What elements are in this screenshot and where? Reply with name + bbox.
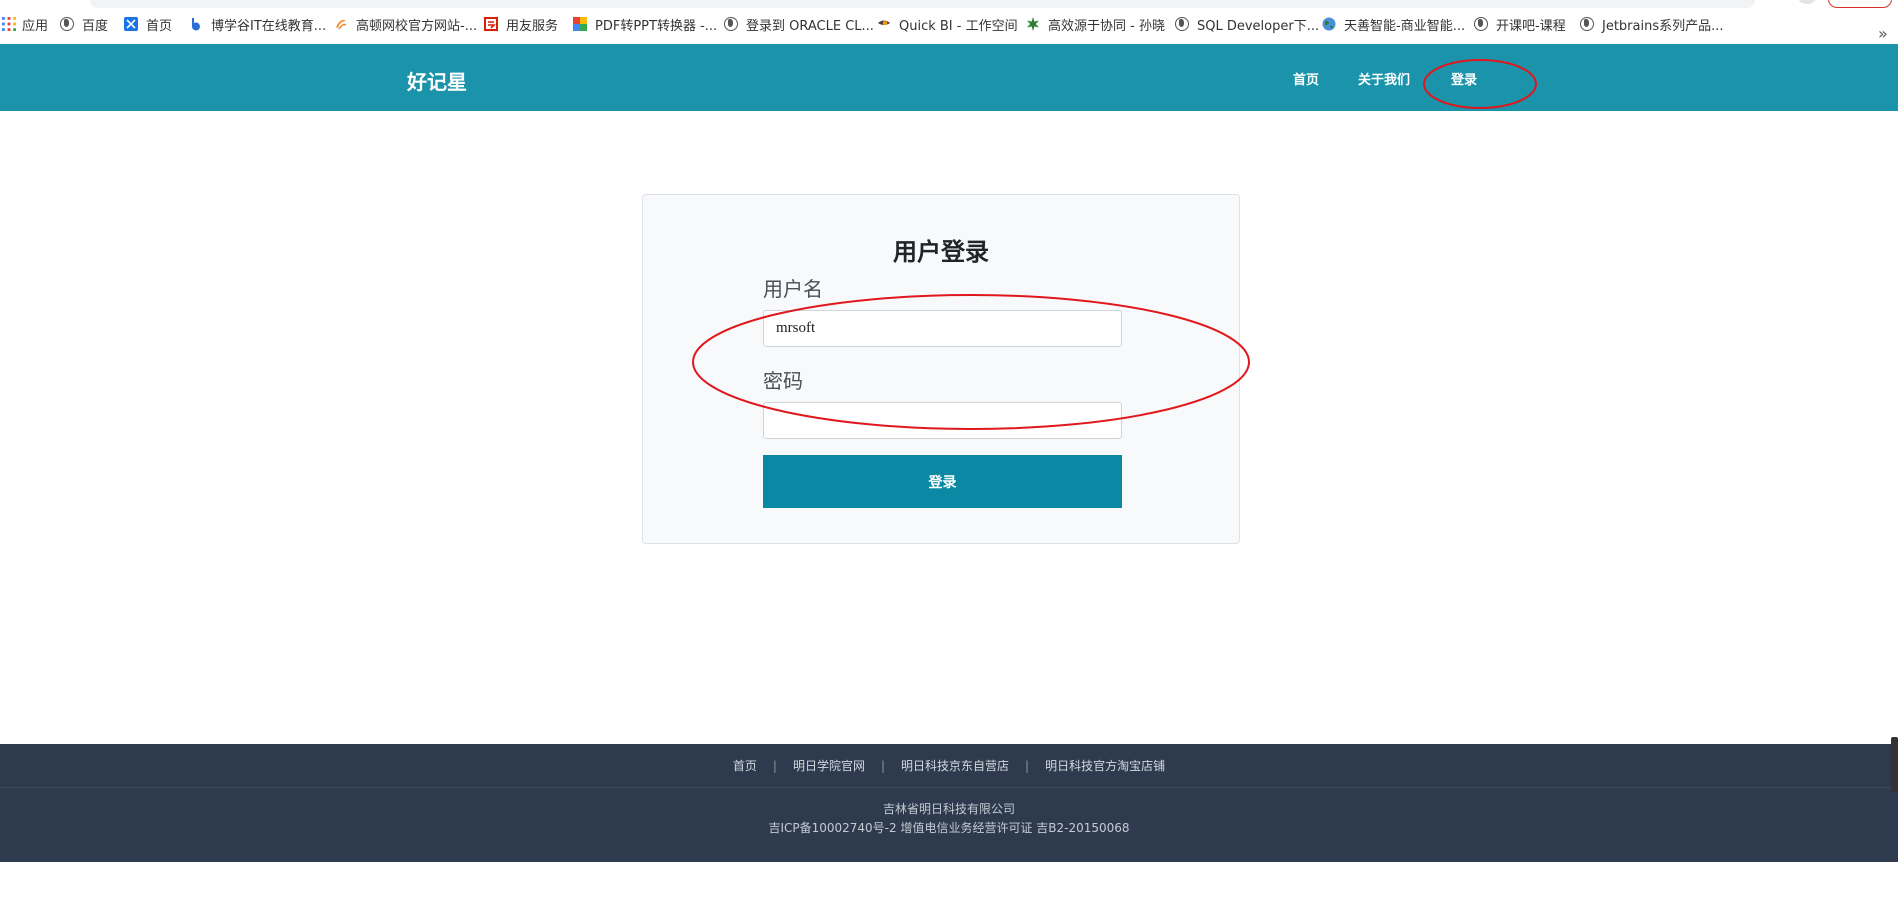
bookmark-home[interactable]: 首页 — [124, 14, 172, 34]
footer-links: 首页 | 明日学院官网 | 明日科技京东自营店 | 明日科技官方淘宝店铺 — [0, 744, 1898, 788]
scrollbar-thumb[interactable] — [1891, 737, 1898, 792]
footer-separator: | — [772, 758, 777, 773]
bookmark-label: 高顿网校官方网站-... — [356, 18, 478, 34]
globe-icon — [1175, 17, 1189, 31]
star-gear-icon — [1027, 17, 1039, 31]
globe-icon — [60, 17, 74, 31]
login-panel: 用户登录 用户名 mrsoft 密码 登录 — [642, 194, 1240, 544]
bookmark-label: 首页 — [146, 18, 173, 34]
footer-link-jd-store[interactable]: 明日科技京东自营店 — [901, 757, 1009, 774]
bookmark-boxuegu[interactable]: 博学谷IT在线教育... — [189, 14, 326, 34]
bookmark-kaikeba[interactable]: 开课吧-课程 — [1474, 14, 1566, 34]
icp-license: 吉ICP备10002740号-2 增值电信业务经营许可证 吉B2-2015006… — [768, 821, 1130, 835]
bookmark-label: 登录到 ORACLE CL... — [746, 18, 874, 34]
nav-home[interactable]: 首页 — [1293, 69, 1319, 88]
username-label: 用户名 — [763, 277, 823, 301]
login-title: 用户登录 — [893, 238, 989, 266]
bookmark-label: 用友服务 — [506, 18, 559, 34]
bookmark-sqldeveloper[interactable]: SQL Developer下... — [1175, 14, 1319, 34]
footer-separator: | — [1025, 758, 1030, 773]
bookmark-label: 百度 — [82, 18, 109, 34]
globe-icon — [1474, 17, 1488, 31]
bookmark-gaodun[interactable]: 高顿网校官方网站-... — [334, 14, 477, 34]
bookmarks-bar: 应用 百度 首页 博学谷IT在线教育... 高顿网校官方网站-... 用友服务 … — [0, 10, 1898, 43]
more-bookmarks-button[interactable]: » — [1878, 24, 1888, 43]
nav-login[interactable]: 登录 — [1451, 69, 1477, 88]
bookmark-label: 应用 — [22, 18, 49, 34]
globe-icon — [1580, 17, 1594, 31]
bookmark-jetbrains[interactable]: Jetbrains系列产品... — [1580, 14, 1724, 34]
footer-separator: | — [880, 758, 886, 773]
bookmark-label: SQL Developer下... — [1197, 18, 1320, 34]
bookmark-label: 博学谷IT在线教育... — [211, 18, 327, 34]
password-label: 密码 — [763, 369, 803, 393]
quickbi-logo-icon — [878, 20, 890, 26]
company-name: 吉林省明日科技有限公司 — [882, 802, 1015, 816]
nav-about[interactable]: 关于我们 — [1358, 69, 1410, 88]
bookmark-label: 天善智能-商业智能... — [1344, 18, 1466, 34]
bookmark-label: 高效源于协同 - 孙晓 — [1048, 18, 1165, 34]
brand-logo[interactable]: 好记星 — [407, 66, 467, 95]
profile-avatar[interactable] — [1798, 0, 1816, 4]
bookmark-label: PDF转PPT转换器 -... — [595, 18, 718, 34]
globe-icon — [724, 17, 738, 31]
bookmark-pdf2ppt[interactable]: PDF转PPT转换器 -... — [573, 14, 717, 34]
site-footer: 首页 | 明日学院官网 | 明日科技京东自营店 | 明日科技官方淘宝店铺 吉林省… — [0, 744, 1898, 862]
address-bar[interactable] — [90, 0, 1755, 8]
bookmark-label: 开课吧-课程 — [1496, 18, 1566, 34]
bookmark-xietong[interactable]: 高效源于协同 - 孙晓 — [1026, 14, 1165, 34]
pdf-tool-icon — [573, 17, 587, 31]
gaodun-logo-icon — [336, 19, 347, 30]
bookmark-label: Quick BI - 工作空间 — [899, 18, 1018, 34]
bookmark-label: Jetbrains系列产品... — [1602, 18, 1724, 34]
footer-link-academy[interactable]: 明日学院官网 — [793, 757, 865, 774]
yonyou-logo-icon — [484, 17, 498, 31]
password-input[interactable] — [763, 402, 1122, 439]
footer-link-home[interactable]: 首页 — [733, 757, 757, 774]
earth-icon — [1322, 17, 1336, 31]
login-submit-button[interactable]: 登录 — [763, 455, 1122, 508]
bookmark-oracle[interactable]: 登录到 ORACLE CL... — [724, 14, 874, 34]
bookmark-quickbi[interactable]: Quick BI - 工作空间 — [877, 14, 1018, 34]
apps-grid-icon — [2, 17, 16, 31]
footer-link-taobao-store[interactable]: 明日科技官方淘宝店铺 — [1045, 757, 1165, 774]
bookmark-k-icon — [124, 17, 138, 31]
footer-info: 吉林省明日科技有限公司 吉ICP备10002740号-2 增值电信业务经营许可证… — [0, 800, 1898, 838]
update-button[interactable] — [1828, 0, 1892, 8]
bookmark-baidu[interactable]: 百度 — [60, 14, 108, 34]
bxg-logo-icon — [191, 18, 200, 31]
bookmark-apps[interactable]: 应用 — [2, 14, 48, 34]
bookmark-tianshan[interactable]: 天善智能-商业智能... — [1322, 14, 1465, 34]
bookmark-yonyou[interactable]: 用友服务 — [484, 14, 558, 34]
username-input[interactable]: mrsoft — [763, 310, 1122, 347]
site-header: 好记星 首页 关于我们 登录 — [0, 44, 1898, 111]
